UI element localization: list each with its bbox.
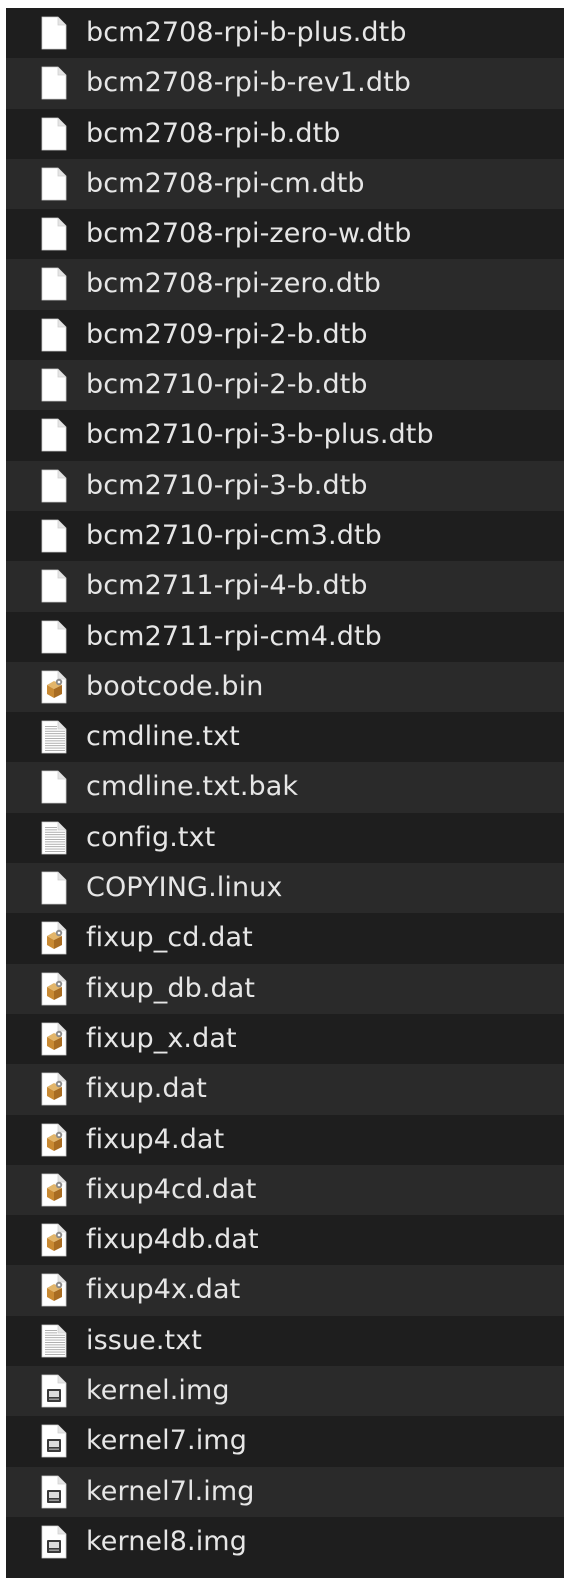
file-row[interactable]: bcm2710-rpi-2-b.dtb (6, 360, 564, 411)
blank-document-icon (39, 620, 69, 654)
file-row[interactable]: kernel7l.img (6, 1466, 564, 1517)
text-document-icon (39, 821, 69, 855)
file-row[interactable]: fixup4cd.dat (6, 1164, 564, 1216)
blank-document-icon (39, 217, 69, 251)
blank-document-icon (39, 368, 69, 402)
file-name: bcm2708-rpi-b-rev1.dtb (86, 67, 412, 99)
file-row[interactable]: bcm2708-rpi-zero-w.dtb (6, 209, 564, 260)
text-document-icon (39, 720, 69, 754)
file-row[interactable]: bcm2710-rpi-cm3.dtb (6, 510, 564, 562)
file-row[interactable]: fixup_db.dat (6, 963, 564, 1014)
package-document-icon (39, 1072, 69, 1106)
blank-document-icon (39, 418, 69, 452)
file-name: bootcode.bin (86, 670, 264, 702)
file-row[interactable]: bcm2709-rpi-2-b.dtb (6, 309, 564, 361)
package-document-icon (39, 921, 69, 955)
file-name: fixup_db.dat (86, 972, 256, 1004)
file-name: bcm2708-rpi-zero.dtb (86, 268, 382, 300)
blank-document-icon (39, 519, 69, 553)
file-row[interactable]: cmdline.txt (6, 712, 564, 763)
file-row[interactable]: fixup_cd.dat (6, 913, 564, 964)
file-row[interactable]: bootcode.bin (6, 661, 564, 713)
blank-document-icon (39, 871, 69, 905)
package-document-icon (39, 1022, 69, 1056)
file-row[interactable]: fixup4.dat (6, 1114, 564, 1165)
file-row[interactable]: bcm2708-rpi-cm.dtb (6, 158, 564, 210)
package-document-icon (39, 1173, 69, 1207)
file-name: fixup_x.dat (86, 1022, 237, 1054)
file-row[interactable]: fixup4x.dat (6, 1265, 564, 1316)
disk-image-document-icon (39, 1525, 69, 1559)
file-name: cmdline.txt.bak (86, 771, 299, 803)
file-name: fixup4db.dat (86, 1224, 259, 1256)
blank-document-icon (39, 117, 69, 151)
package-document-icon (39, 1223, 69, 1257)
file-name: bcm2711-rpi-4-b.dtb (86, 570, 368, 602)
file-row[interactable]: issue.txt (6, 1315, 564, 1367)
file-name: bcm2708-rpi-b-plus.dtb (86, 17, 407, 48)
file-name: bcm2710-rpi-cm3.dtb (86, 519, 382, 551)
blank-document-icon (39, 267, 69, 301)
disk-image-document-icon (39, 1475, 69, 1509)
blank-document-icon (39, 66, 69, 100)
file-name: bcm2710-rpi-3-b.dtb (86, 469, 368, 501)
blank-document-icon (39, 469, 69, 503)
file-name: kernel.img (86, 1375, 230, 1407)
blank-document-icon (39, 16, 69, 50)
file-row[interactable]: bcm2711-rpi-4-b.dtb (6, 561, 564, 612)
file-name: fixup4cd.dat (86, 1173, 257, 1205)
blank-document-icon (39, 569, 69, 603)
text-document-icon (39, 1324, 69, 1358)
file-name: bcm2708-rpi-cm.dtb (86, 167, 365, 199)
file-list: bcm2708-rpi-b-plus.dtb bcm2708-rpi-b-rev1… (6, 8, 564, 1578)
blank-document-icon (39, 770, 69, 804)
disk-image-document-icon (39, 1374, 69, 1408)
file-row[interactable]: bcm2710-rpi-3-b.dtb (6, 460, 564, 511)
file-row[interactable]: COPYING.linux (6, 863, 564, 914)
package-document-icon (39, 972, 69, 1006)
file-row[interactable]: config.txt (6, 812, 564, 864)
file-name: fixup.dat (86, 1073, 207, 1105)
file-row[interactable]: kernel7.img (6, 1416, 564, 1467)
file-name: cmdline.txt (86, 721, 240, 753)
file-row[interactable]: bcm2708-rpi-zero.dtb (6, 259, 564, 310)
file-name: bcm2711-rpi-cm4.dtb (86, 620, 382, 652)
file-row[interactable]: bcm2711-rpi-cm4.dtb (6, 611, 564, 662)
file-row[interactable]: fixup4db.dat (6, 1215, 564, 1266)
file-row[interactable]: bcm2708-rpi-b-rev1.dtb (6, 58, 564, 109)
file-name: config.txt (86, 821, 216, 853)
file-row[interactable]: fixup_x.dat (6, 1013, 564, 1065)
file-row[interactable]: cmdline.txt.bak (6, 762, 564, 813)
file-row[interactable]: bcm2708-rpi-b.dtb (6, 108, 564, 159)
disk-image-document-icon (39, 1424, 69, 1458)
blank-document-icon (39, 167, 69, 201)
file-name: fixup4x.dat (86, 1274, 241, 1306)
file-name: fixup_cd.dat (86, 922, 253, 954)
blank-document-icon (39, 318, 69, 352)
file-name: bcm2709-rpi-2-b.dtb (86, 318, 368, 350)
file-row[interactable]: fixup.dat (6, 1064, 564, 1115)
file-name: bcm2710-rpi-3-b-plus.dtb (86, 419, 434, 451)
file-name: bcm2710-rpi-2-b.dtb (86, 369, 368, 401)
file-name: bcm2708-rpi-b.dtb (86, 117, 341, 149)
file-name: COPYING.linux (86, 872, 283, 904)
file-name: kernel8.img (86, 1525, 247, 1557)
file-name: bcm2708-rpi-zero-w.dtb (86, 218, 412, 250)
package-document-icon (39, 1273, 69, 1307)
file-row[interactable]: bcm2708-rpi-b-plus.dtb (6, 8, 564, 59)
file-name: fixup4.dat (86, 1123, 225, 1155)
file-row[interactable]: kernel8.img (6, 1516, 564, 1568)
file-name: kernel7l.img (86, 1475, 255, 1507)
package-document-icon (39, 670, 69, 704)
package-document-icon (39, 1123, 69, 1157)
file-name: issue.txt (86, 1324, 202, 1356)
file-row[interactable]: kernel.img (6, 1366, 564, 1417)
file-name: kernel7.img (86, 1425, 247, 1457)
file-row[interactable]: bcm2710-rpi-3-b-plus.dtb (6, 410, 564, 461)
